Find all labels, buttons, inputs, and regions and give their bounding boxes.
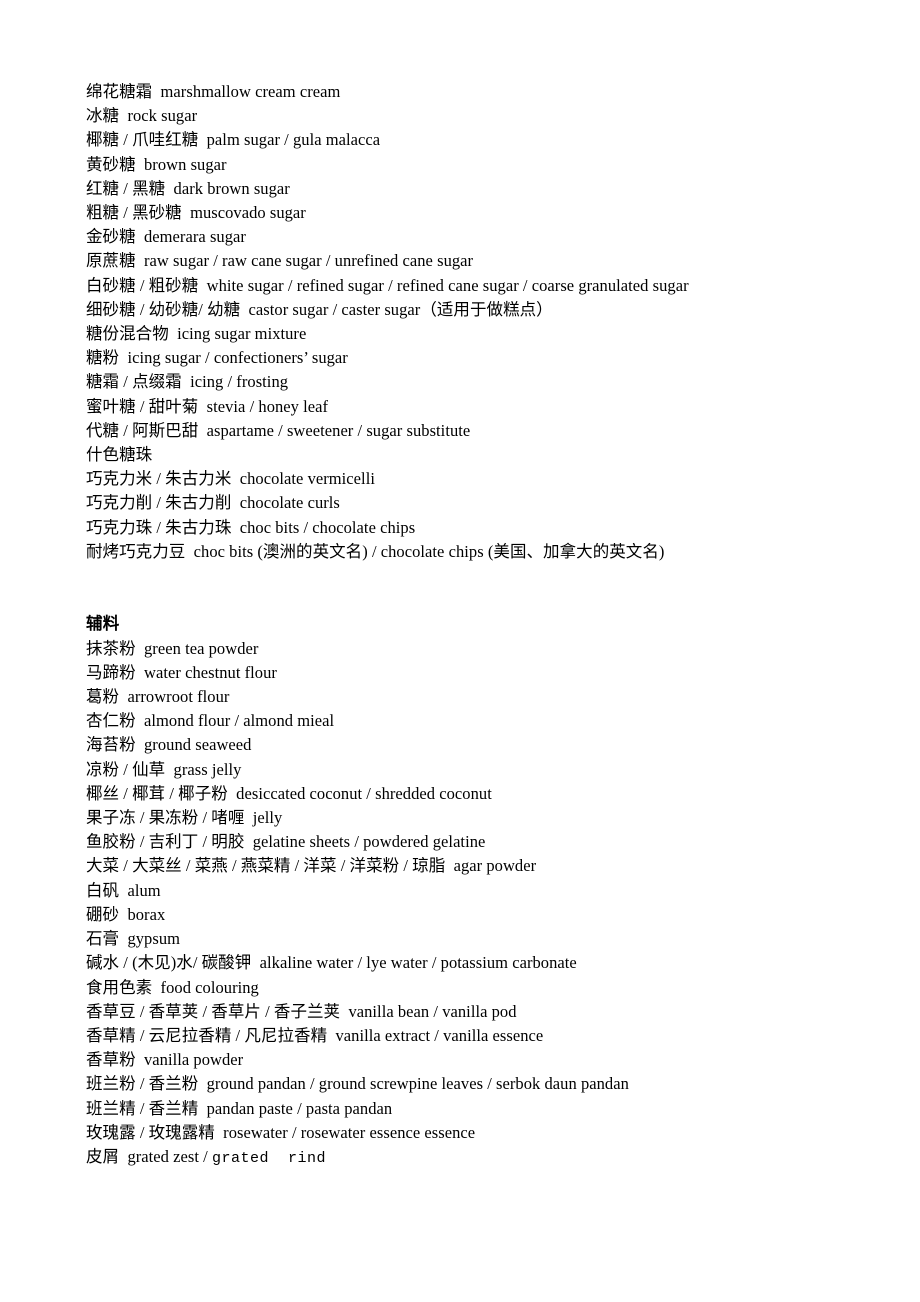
glossary-entry-text: 蜜叶糖 / 甜叶菊 stevia / honey leaf <box>86 396 329 416</box>
glossary-entry-text: 金砂糖 demerara sugar <box>86 227 246 247</box>
glossary-entry-text: 杏仁粉 almond flour / almond mieal <box>86 711 335 731</box>
glossary-entry-text: 班兰精 / 香兰精 pandan paste / pasta pandan <box>86 1098 393 1118</box>
glossary-entry-text: 冰糖 rock sugar <box>86 106 198 126</box>
document-page: 绵花糖霜 marshmallow cream cream 冰糖 rock suga… <box>0 0 920 1302</box>
glossary-entry-text: 葛粉 arrowroot flour <box>86 687 230 707</box>
glossary-entry: 粗糖 / 黑砂糖 muscovado sugar <box>86 201 920 225</box>
glossary-entry: 香草粉 vanilla powder <box>86 1048 920 1072</box>
glossary-entry: 香草精 / 云尼拉香精 / 凡尼拉香精 vanilla extract / va… <box>86 1024 920 1048</box>
glossary-entry-text: 椰糖 / 爪哇红糖 palm sugar / gula malacca <box>86 130 381 150</box>
glossary-entry-text: 玫瑰露 / 玫瑰露精 rosewater / rosewater essence… <box>86 1122 476 1142</box>
glossary-entry-text: 果子冻 / 果冻粉 / 啫喱 jelly <box>86 808 283 828</box>
glossary-entry: 绵花糖霜 marshmallow cream cream <box>86 80 920 104</box>
glossary-entry-text: 白砂糖 / 粗砂糖 white sugar / refined sugar / … <box>86 275 689 295</box>
glossary-section-auxiliary-ingredients: 辅料抹茶粉 green tea powder 马蹄粉 water chestnut… <box>86 612 920 1171</box>
glossary-entry: 马蹄粉 water chestnut flour <box>86 661 920 685</box>
glossary-entry: 班兰精 / 香兰精 pandan paste / pasta pandan <box>86 1097 920 1121</box>
glossary-entry-text: 什色糖珠 <box>86 445 153 465</box>
glossary-entry-text: 食用色素 food colouring <box>86 977 259 997</box>
glossary-entry: 椰丝 / 椰茸 / 椰子粉 desiccated coconut / shred… <box>86 782 920 806</box>
glossary-entry-text: 绵花糖霜 marshmallow cream cream <box>86 82 341 101</box>
glossary-entry-text: 凉粉 / 仙草 grass jelly <box>86 759 242 779</box>
section-heading: 辅料 <box>86 614 120 634</box>
glossary-entry-text: 糖份混合物 icing sugar mixture <box>86 324 307 344</box>
glossary-entry: 果子冻 / 果冻粉 / 啫喱 jelly <box>86 806 920 830</box>
glossary-entry-text: 抹茶粉 green tea powder <box>86 638 259 658</box>
glossary-entry-text: 细砂糖 / 幼砂糖/ 幼糖 castor sugar / caster suga… <box>86 299 553 319</box>
glossary-entry: 耐烤巧克力豆 choc bits (澳洲的英文名) / chocolate ch… <box>86 540 920 564</box>
glossary-entry-text: 大菜 / 大菜丝 / 菜燕 / 燕菜精 / 洋菜 / 洋菜粉 / 琼脂 agar… <box>86 856 537 876</box>
glossary-entry: 巧克力珠 / 朱古力珠 choc bits / chocolate chips <box>86 516 920 540</box>
glossary-entry: 大菜 / 大菜丝 / 菜燕 / 燕菜精 / 洋菜 / 洋菜粉 / 琼脂 agar… <box>86 854 920 878</box>
glossary-entry: 碱水 / (木见)水/ 碳酸钾 alkaline water / lye wat… <box>86 951 920 975</box>
glossary-entry: 鱼胶粉 / 吉利丁 / 明胶 gelatine sheets / powdere… <box>86 830 920 854</box>
glossary-entry: 杏仁粉 almond flour / almond mieal <box>86 709 920 733</box>
glossary-entry: 冰糖 rock sugar <box>86 104 920 128</box>
glossary-entry-text: 巧克力削 / 朱古力削 chocolate curls <box>86 493 340 513</box>
glossary-entry: 海苔粉 ground seaweed <box>86 733 920 757</box>
glossary-entry-text: 巧克力珠 / 朱古力珠 choc bits / chocolate chips <box>86 517 416 537</box>
glossary-entry: 凉粉 / 仙草 grass jelly <box>86 758 920 782</box>
glossary-entry-text: 椰丝 / 椰茸 / 椰子粉 desiccated coconut / shred… <box>86 783 492 803</box>
glossary-entry: 黄砂糖 brown sugar <box>86 153 920 177</box>
glossary-entry: 巧克力米 / 朱古力米 chocolate vermicelli <box>86 467 920 491</box>
glossary-entry: 糖霜 / 点缀霜 icing / frosting <box>86 370 920 394</box>
glossary-entry: 红糖 / 黑糖 dark brown sugar <box>86 177 920 201</box>
glossary-entry-text: 粗糖 / 黑砂糖 muscovado sugar <box>86 203 306 223</box>
glossary-entry: 什色糖珠 <box>86 443 920 467</box>
glossary-entry: 椰糖 / 爪哇红糖 palm sugar / gula malacca <box>86 128 920 152</box>
glossary-entry: 白矾 alum <box>86 879 920 903</box>
glossary-entry-text: 巧克力米 / 朱古力米 chocolate vermicelli <box>86 469 375 489</box>
glossary-entry: 白砂糖 / 粗砂糖 white sugar / refined sugar / … <box>86 274 920 298</box>
glossary-entry: 金砂糖 demerara sugar <box>86 225 920 249</box>
glossary-entry: 皮屑 grated zest / grated rind <box>86 1145 920 1171</box>
glossary-section-sugars: 绵花糖霜 marshmallow cream cream 冰糖 rock suga… <box>86 80 920 564</box>
glossary-entry-text: 红糖 / 黑糖 dark brown sugar <box>86 178 290 198</box>
glossary-entry-text: 班兰粉 / 香兰粉 ground pandan / ground screwpi… <box>86 1074 629 1094</box>
glossary-entry: 香草豆 / 香草荚 / 香草片 / 香子兰荚 vanilla bean / va… <box>86 1000 920 1024</box>
glossary-entry-text: 皮屑 grated zest / <box>86 1146 212 1166</box>
glossary-entry-text: 石膏 gypsum <box>86 929 181 949</box>
glossary-entry: 蜜叶糖 / 甜叶菊 stevia / honey leaf <box>86 395 920 419</box>
glossary-entry-text: 碱水 / (木见)水/ 碳酸钾 alkaline water / lye wat… <box>86 953 577 973</box>
glossary-entry: 巧克力削 / 朱古力削 chocolate curls <box>86 491 920 515</box>
glossary-entry-text: 黄砂糖 brown sugar <box>86 154 227 174</box>
glossary-entry: 石膏 gypsum <box>86 927 920 951</box>
glossary-entry-text: 香草精 / 云尼拉香精 / 凡尼拉香精 vanilla extract / va… <box>86 1025 544 1045</box>
glossary-entry-text: 海苔粉 ground seaweed <box>86 735 252 755</box>
glossary-entry: 食用色素 food colouring <box>86 976 920 1000</box>
glossary-entry-text: 代糖 / 阿斯巴甜 aspartame / sweetener / sugar … <box>86 420 471 440</box>
glossary-entry-text: 耐烤巧克力豆 choc bits (澳洲的英文名) / chocolate ch… <box>86 541 665 561</box>
glossary-entry-text: 马蹄粉 water chestnut flour <box>86 662 277 682</box>
glossary-entry-text: 糖霜 / 点缀霜 icing / frosting <box>86 372 289 392</box>
glossary-entry: 玫瑰露 / 玫瑰露精 rosewater / rosewater essence… <box>86 1121 920 1145</box>
glossary-entry-text: 硼砂 borax <box>86 904 166 924</box>
glossary-entry: 葛粉 arrowroot flour <box>86 685 920 709</box>
glossary-entry-text: 原蔗糖 raw sugar / raw cane sugar / unrefin… <box>86 251 474 271</box>
glossary-entry: 代糖 / 阿斯巴甜 aspartame / sweetener / sugar … <box>86 419 920 443</box>
glossary-entry: 抹茶粉 green tea powder <box>86 637 920 661</box>
glossary-entry: 班兰粉 / 香兰粉 ground pandan / ground screwpi… <box>86 1072 920 1096</box>
glossary-entry-text: 白矾 alum <box>86 880 161 900</box>
glossary-entry: 细砂糖 / 幼砂糖/ 幼糖 castor sugar / caster suga… <box>86 298 920 322</box>
glossary-body: 绵花糖霜 marshmallow cream cream 冰糖 rock suga… <box>86 80 920 1171</box>
glossary-entry: 硼砂 borax <box>86 903 920 927</box>
glossary-entry: 原蔗糖 raw sugar / raw cane sugar / unrefin… <box>86 249 920 273</box>
glossary-entry-text: 香草粉 vanilla powder <box>86 1050 244 1070</box>
glossary-entry-text: 香草豆 / 香草荚 / 香草片 / 香子兰荚 vanilla bean / va… <box>86 1001 517 1021</box>
glossary-entry-text: 糖粉 icing sugar / confectioners’ sugar <box>86 348 348 368</box>
glossary-entry-text-monospace: grated rind <box>212 1149 327 1167</box>
glossary-entry: 糖份混合物 icing sugar mixture <box>86 322 920 346</box>
glossary-entry-text: 鱼胶粉 / 吉利丁 / 明胶 gelatine sheets / powdere… <box>86 832 486 852</box>
glossary-entry: 糖粉 icing sugar / confectioners’ sugar <box>86 346 920 370</box>
